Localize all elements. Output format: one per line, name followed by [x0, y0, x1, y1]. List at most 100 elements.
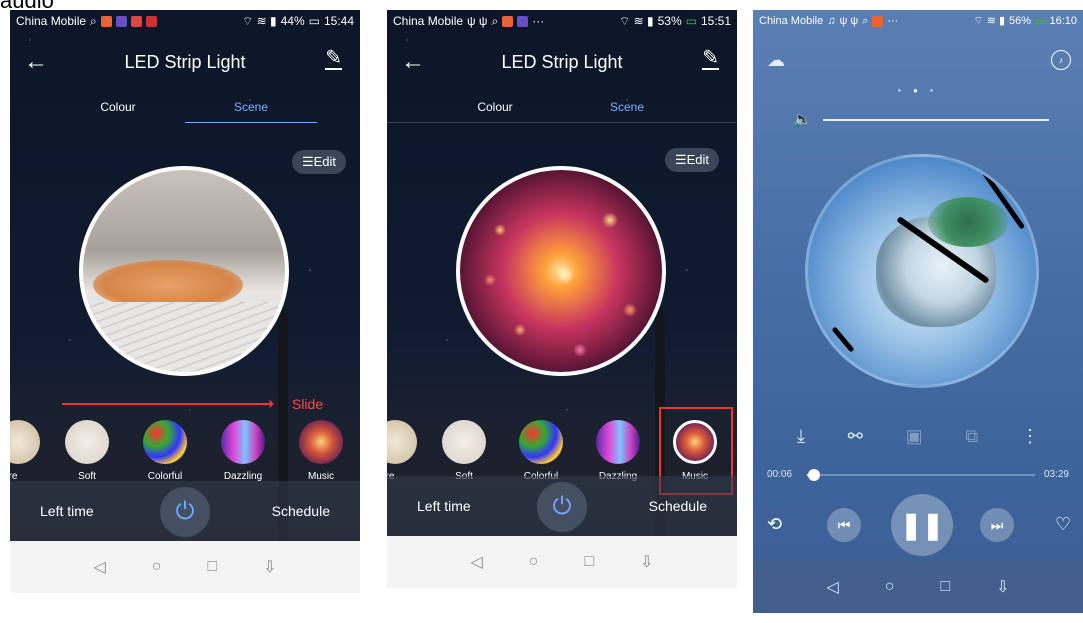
- left-time-button[interactable]: Left time: [40, 503, 94, 519]
- scene-image-fireworks: [456, 166, 666, 376]
- page-indicator: • ● •: [898, 86, 938, 95]
- clock-text: 15:44: [323, 14, 354, 28]
- cast-icon[interactable]: ▣: [906, 426, 923, 447]
- schedule-button[interactable]: Schedule: [649, 498, 707, 514]
- play-pause-button[interactable]: ❚❚: [891, 494, 953, 556]
- edit-button[interactable]: ☰Edit: [291, 150, 346, 174]
- phone-screen-2: China Mobile ψ ψ ⌕ ··· ⌔ ≋ ▮ 53% ▭ 15:51…: [387, 10, 737, 588]
- scene-item-soft[interactable]: Soft: [434, 420, 494, 482]
- progress-track[interactable]: [807, 469, 1035, 481]
- scene-item-pleasure[interactable]: sure: [387, 420, 425, 482]
- clock-text: 15:51: [700, 14, 731, 28]
- power-icon: ⏻: [175, 498, 195, 525]
- scene-item-dazzling[interactable]: Dazzling: [213, 420, 273, 482]
- scene-item-colorful[interactable]: Colorful: [511, 420, 571, 482]
- tab-scene[interactable]: Scene: [562, 100, 692, 114]
- system-nav-bar: ◁ ○ □ ⇩: [387, 536, 737, 588]
- scene-item-pleasure[interactable]: sure: [10, 420, 48, 482]
- volume-icon: 🔈: [793, 111, 812, 128]
- bokeh-lights: [460, 170, 662, 372]
- cloud-icon[interactable]: ☁: [767, 50, 785, 71]
- scene-item-music[interactable]: Music: [291, 420, 351, 482]
- system-nav-bar: ◁ ○ □ ⇩: [753, 561, 1083, 613]
- previous-button[interactable]: ⏮: [827, 508, 861, 542]
- blanket-shape: [83, 302, 285, 372]
- home-circle-icon[interactable]: ○: [529, 553, 539, 571]
- tab-bar: Colour Scene: [10, 98, 360, 126]
- notification-down-icon[interactable]: ⇩: [996, 577, 1009, 597]
- volume-slider[interactable]: [823, 119, 1049, 121]
- tab-underline: [185, 122, 317, 123]
- tab-divider: [387, 122, 737, 123]
- more-vertical-icon[interactable]: ⋮: [1021, 426, 1039, 447]
- search-icon: ⌕: [491, 13, 499, 28]
- tab-colour[interactable]: Colour: [430, 100, 560, 114]
- scene-item-dazzling[interactable]: Dazzling: [588, 420, 648, 482]
- download-icon[interactable]: ⤓: [797, 426, 805, 447]
- power-button[interactable]: ⏻: [537, 482, 587, 532]
- app-bar: ← LED Strip Light ✎: [387, 44, 737, 84]
- player-controls: ⟲ ⏮ ❚❚ ⏭ ♡: [753, 492, 1083, 558]
- playback-progress[interactable]: 00:06 03:29: [767, 468, 1069, 482]
- power-button[interactable]: ⏻: [160, 487, 210, 537]
- pen-icon[interactable]: ✎: [325, 48, 342, 70]
- system-nav-bar: ◁ ○ □ ⇩: [10, 541, 360, 593]
- pen-icon[interactable]: ✎: [702, 48, 719, 70]
- copy-icon[interactable]: ⧉: [965, 426, 978, 447]
- scene-item-colorful[interactable]: Colorful: [135, 420, 195, 482]
- notification-down-icon[interactable]: ⇩: [640, 552, 653, 572]
- slide-label: Slide: [292, 396, 324, 412]
- back-triangle-icon[interactable]: ◁: [93, 557, 105, 577]
- next-button[interactable]: ⏭: [980, 508, 1014, 542]
- search-icon: ⌕: [862, 14, 869, 27]
- scene-thumb: [442, 420, 486, 464]
- edit-label: Edit: [686, 152, 709, 167]
- palm-trees: [928, 197, 1008, 247]
- home-circle-icon[interactable]: ○: [885, 578, 895, 596]
- progress-knob[interactable]: [807, 469, 820, 481]
- scene-list: sure Soft Colorful Dazzling Music: [10, 420, 360, 490]
- schedule-button[interactable]: Schedule: [272, 503, 330, 519]
- app-icon: [145, 15, 157, 27]
- more-icon: ···: [532, 14, 545, 28]
- left-time-button[interactable]: Left time: [417, 498, 471, 514]
- usb-icon: ψ ψ: [467, 14, 488, 28]
- scene-thumb: [387, 420, 417, 464]
- battery-icon: ▭: [308, 14, 320, 28]
- clock-text: 16:10: [1049, 15, 1077, 27]
- carrier-text: China Mobile: [393, 14, 464, 28]
- carrier-text: China Mobile: [16, 14, 87, 28]
- battery-text: 56%: [1009, 15, 1032, 27]
- status-bar: China Mobile ♫ ψ ψ ⌕ ··· ⌔ ≋ ▮ 56% ▭ 16:…: [753, 10, 1083, 32]
- search-icon: ⌕: [90, 13, 97, 28]
- app-icon: [517, 15, 529, 27]
- signal-icon: ⌔ ≋ ▮: [618, 13, 654, 28]
- favorite-heart-icon[interactable]: ♡: [1055, 514, 1071, 535]
- page-title: LED Strip Light: [124, 52, 246, 72]
- scene-thumb: [596, 420, 640, 464]
- recents-square-icon[interactable]: □: [207, 558, 217, 576]
- pause-icon: ❚❚: [900, 509, 944, 540]
- notification-down-icon[interactable]: ⇩: [263, 557, 276, 577]
- back-triangle-icon[interactable]: ◁: [826, 577, 838, 597]
- tab-colour[interactable]: Colour: [53, 100, 183, 114]
- music-note-icon: ♫: [827, 15, 836, 27]
- share-icon[interactable]: ⚯: [848, 426, 863, 447]
- scene-item-soft[interactable]: Soft: [57, 420, 117, 482]
- status-bar: China Mobile ψ ψ ⌕ ··· ⌔ ≋ ▮ 53% ▭ 15:51: [387, 10, 737, 32]
- battery-icon: ▭: [685, 14, 697, 28]
- battery-text: 53%: [657, 14, 682, 28]
- more-icon: ···: [887, 15, 899, 27]
- bottom-control-bar: Left time ⏻ Schedule: [10, 481, 360, 541]
- sound-effect-icon[interactable]: ♪: [1051, 50, 1071, 70]
- tab-scene[interactable]: Scene: [186, 100, 316, 114]
- volume-control[interactable]: 🔈: [793, 110, 1053, 130]
- album-art: [805, 154, 1039, 388]
- edit-button[interactable]: ☰Edit: [664, 148, 719, 172]
- home-circle-icon[interactable]: ○: [152, 558, 162, 576]
- back-triangle-icon[interactable]: ◁: [470, 552, 482, 572]
- repeat-icon[interactable]: ⟲: [767, 514, 782, 535]
- recents-square-icon[interactable]: □: [584, 553, 594, 571]
- status-bar: China Mobile ⌕ ⌔ ≋ ▮ 44% ▭ 15:44: [10, 10, 360, 32]
- recents-square-icon[interactable]: □: [940, 578, 950, 596]
